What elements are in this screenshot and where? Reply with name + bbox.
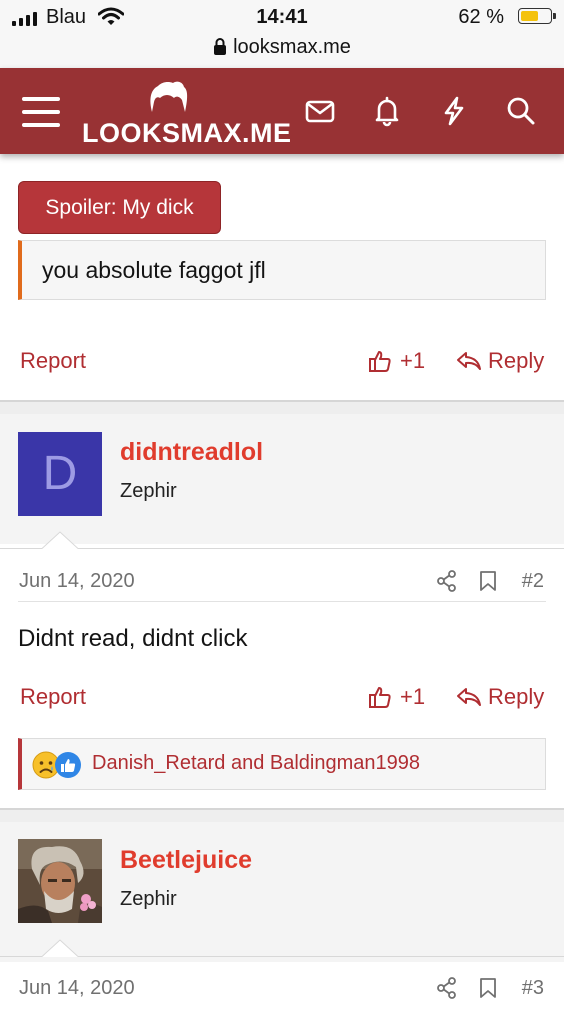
post-3-meta: Jun 14, 2020 #3 xyxy=(0,977,564,1013)
thumbs-up-icon xyxy=(369,351,391,372)
user-title: Zephir xyxy=(120,480,177,502)
status-bar: Blau 14:41 62 % looksmax.me xyxy=(0,0,564,68)
meta-divider xyxy=(18,601,546,602)
spoiler-content: you absolute faggot jfl xyxy=(18,240,546,300)
mail-icon[interactable] xyxy=(304,95,336,127)
avatar[interactable] xyxy=(18,839,102,923)
panel-border xyxy=(0,956,564,957)
search-icon[interactable] xyxy=(505,95,537,127)
lightning-icon[interactable] xyxy=(438,95,470,127)
url-text: looksmax.me xyxy=(233,36,351,58)
reactions-bar[interactable]: Danish_Retard and Baldingman1998 xyxy=(18,738,546,790)
post-number[interactable]: #3 xyxy=(522,977,544,1000)
post-3-user-panel: Beetlejuice Zephir xyxy=(0,822,564,962)
reply-icon xyxy=(457,352,481,370)
share-icon[interactable] xyxy=(436,570,458,592)
avatar[interactable]: D xyxy=(18,432,102,516)
post-1-actions: Report +1 Reply xyxy=(0,348,564,382)
battery-icon xyxy=(518,8,556,24)
site-header: LOOKSMAX.ME xyxy=(0,68,564,154)
user-title: Zephir xyxy=(120,888,177,910)
post-2-actions: Report +1 Reply xyxy=(0,684,564,718)
panel-border xyxy=(0,548,564,549)
logo-text: LOOKSMAX.ME xyxy=(82,118,292,148)
post-number[interactable]: #2 xyxy=(522,570,544,593)
like-button[interactable]: +1 xyxy=(368,348,425,374)
report-link[interactable]: Report xyxy=(20,684,86,710)
username[interactable]: Beetlejuice xyxy=(120,846,252,875)
reply-icon xyxy=(457,688,481,706)
reply-button[interactable]: Reply xyxy=(456,684,544,710)
battery-level xyxy=(521,11,539,21)
username[interactable]: didntreadlol xyxy=(120,438,263,467)
like-reaction-icon xyxy=(55,752,81,778)
post-2-user-panel: D didntreadlol Zephir xyxy=(0,414,564,544)
thumbs-up-icon xyxy=(369,687,391,708)
battery-percent: 62 % xyxy=(458,6,504,28)
menu-icon[interactable] xyxy=(22,97,60,127)
share-icon[interactable] xyxy=(436,977,458,999)
like-button[interactable]: +1 xyxy=(368,684,425,710)
post-body: Didnt read, didnt click xyxy=(18,625,248,652)
address-bar[interactable]: looksmax.me xyxy=(0,36,564,61)
panel-caret xyxy=(42,531,78,549)
bookmark-icon[interactable] xyxy=(479,977,497,999)
reaction-icons xyxy=(32,751,88,779)
site-logo[interactable]: LOOKSMAX.ME xyxy=(82,80,291,148)
post-date[interactable]: Jun 14, 2020 xyxy=(19,570,135,593)
reply-label: Reply xyxy=(488,684,545,709)
logo-hair-icon xyxy=(150,81,188,112)
post-divider xyxy=(0,808,564,822)
panel-caret xyxy=(42,939,78,957)
bookmark-icon[interactable] xyxy=(479,570,497,592)
avatar-photo xyxy=(18,839,102,923)
bell-icon[interactable] xyxy=(371,95,403,127)
reply-label: Reply xyxy=(488,348,545,373)
like-count: +1 xyxy=(400,684,426,709)
reactions-text[interactable]: Danish_Retard and Baldingman1998 xyxy=(92,752,420,775)
lock-icon xyxy=(213,38,227,61)
reply-button[interactable]: Reply xyxy=(456,348,544,374)
post-divider xyxy=(0,400,564,414)
like-count: +1 xyxy=(400,348,426,373)
report-link[interactable]: Report xyxy=(20,348,86,374)
post-date[interactable]: Jun 14, 2020 xyxy=(19,977,135,1000)
spoiler-button[interactable]: Spoiler: My dick xyxy=(18,181,221,234)
